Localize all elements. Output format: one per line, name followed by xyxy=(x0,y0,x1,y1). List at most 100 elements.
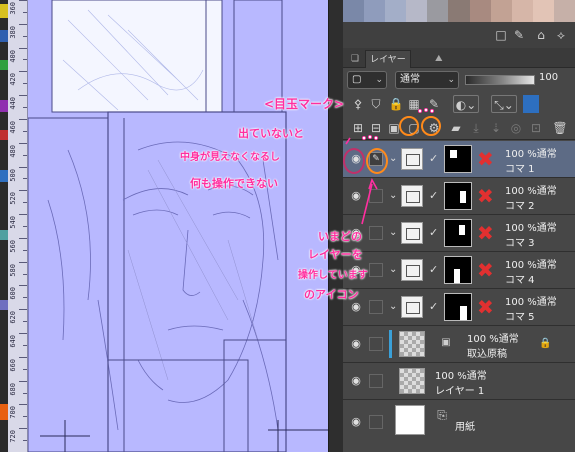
ruler-tick xyxy=(19,47,27,49)
layer-blend-label: 100 %通常 xyxy=(505,223,557,234)
bucket-icon[interactable]: ⌂ xyxy=(533,27,549,43)
pen-icon[interactable]: ✎ xyxy=(511,27,527,43)
layer-panel: □ ✎ ⌂ ⟡ ❏ レイヤー ⛰ ▢ ⌄ 通常 ⌄ 100 ⚴ ⛉ 🔒 ▦ ✎ ◐⌄… xyxy=(343,0,575,452)
color-swatch[interactable] xyxy=(406,0,428,22)
layer-row-layer-1[interactable]: ◉ 100 %通常 レイヤー 1 xyxy=(343,363,575,400)
chevron-down-icon[interactable]: ⌄ xyxy=(389,301,397,312)
layers-stack-icon[interactable]: ❏ xyxy=(347,50,363,68)
layer-row-paper[interactable]: ◉ ⎘ 用紙 xyxy=(343,400,575,452)
add-mask-icon[interactable]: ◎ xyxy=(507,119,525,137)
tool-color-swatch[interactable] xyxy=(0,60,8,70)
pen-slot[interactable] xyxy=(369,300,383,314)
new-layer-folder-icon[interactable]: ▰ xyxy=(447,119,465,137)
tool-color-swatch[interactable] xyxy=(0,300,8,310)
mask-disabled-icon[interactable]: ✖ xyxy=(477,221,494,245)
pen-slot[interactable] xyxy=(369,189,383,203)
color-swatch[interactable] xyxy=(553,0,575,22)
color-swatch[interactable] xyxy=(469,0,491,22)
tool-color-swatch[interactable] xyxy=(0,170,8,182)
blank-icon[interactable]: □ xyxy=(493,27,509,43)
tool-color-swatch[interactable] xyxy=(0,130,8,140)
tool-color-swatch[interactable] xyxy=(0,100,8,112)
ruler-label: 600 xyxy=(9,287,17,301)
pen-slot[interactable] xyxy=(369,415,383,429)
tab-layer[interactable]: レイヤー xyxy=(365,50,411,68)
lock-icon[interactable]: 🔒 xyxy=(387,95,405,113)
color-swatch[interactable] xyxy=(448,0,470,22)
check-icon[interactable]: ✓ xyxy=(429,300,438,313)
new-vector-highlight-circle xyxy=(421,116,441,136)
layer-color-select[interactable]: ▢ ⌄ xyxy=(347,71,387,89)
color-swatch[interactable] xyxy=(385,0,407,22)
pen-slot[interactable] xyxy=(369,337,383,351)
pen-slot[interactable] xyxy=(369,226,383,240)
color-history xyxy=(343,0,575,22)
eye-icon[interactable]: ◉ xyxy=(349,416,363,428)
panel-icon-row: □ ✎ ⌂ ⟡ xyxy=(343,22,575,48)
new-layer-icon[interactable]: ⊞ xyxy=(349,119,367,137)
layer-color-icon[interactable] xyxy=(523,95,539,113)
chevron-down-icon[interactable]: ⌄ xyxy=(389,153,397,164)
annotation-eye-note-3: 何も操作できない xyxy=(190,177,278,190)
delete-layer-icon[interactable]: 🗑 xyxy=(551,119,569,137)
color-swatch[interactable] xyxy=(343,0,365,22)
merge-down-icon[interactable]: ⇣ xyxy=(487,119,505,137)
chevron-down-icon[interactable]: ⌄ xyxy=(389,190,397,201)
ruler-tick xyxy=(19,71,27,73)
eye-icon[interactable]: ◉ xyxy=(349,301,363,313)
check-icon[interactable]: ✓ xyxy=(429,189,438,202)
eye-icon[interactable]: ◉ xyxy=(349,375,363,387)
layer-row-imported[interactable]: ◉ ▣ 100 %通常 取込原稿 🔒 xyxy=(343,326,575,363)
reference-icon[interactable]: ⚴ xyxy=(349,95,367,113)
layer-row-koma-3[interactable]: ◉ ⌄ ✓ ✖ 100 %通常 コマ 3 xyxy=(343,215,575,252)
color-swatch[interactable] xyxy=(511,0,533,22)
pen-slot[interactable] xyxy=(369,374,383,388)
ruler-tick xyxy=(23,35,27,37)
brush-icon[interactable]: ⟡ xyxy=(553,27,569,43)
mask-icon[interactable]: ◐⌄ xyxy=(453,95,479,113)
tool-color-swatch[interactable] xyxy=(0,30,8,42)
drawing-canvas[interactable] xyxy=(28,0,328,452)
ruler-tick xyxy=(19,428,27,430)
mask-disabled-icon[interactable]: ✖ xyxy=(477,258,494,282)
color-swatch[interactable] xyxy=(532,0,554,22)
chevron-down-icon[interactable]: ⌄ xyxy=(389,227,397,238)
blend-mode-select[interactable]: 通常 ⌄ xyxy=(395,71,459,89)
apply-mask-icon[interactable]: ⊡ xyxy=(527,119,545,137)
tool-color-swatch[interactable] xyxy=(0,230,8,240)
tool-color-swatch[interactable] xyxy=(0,4,8,18)
panel-divider[interactable] xyxy=(328,0,343,452)
transparency-lock-icon[interactable]: ▦ xyxy=(405,95,423,113)
clip-icon[interactable]: ⛉ xyxy=(367,95,385,113)
eye-icon[interactable]: ◉ xyxy=(349,338,363,350)
eye-icon[interactable]: ◉ xyxy=(349,190,363,202)
ruler-icon[interactable]: ⤡⌄ xyxy=(491,95,517,113)
mask-disabled-icon[interactable]: ✖ xyxy=(477,295,494,319)
ruler-tick xyxy=(19,142,27,144)
ruler-tick xyxy=(19,237,27,239)
layer-row-koma-2[interactable]: ◉ ⌄ ✓ ✖ 100 %通常 コマ 2 xyxy=(343,178,575,215)
tool-color-swatch[interactable] xyxy=(0,404,8,420)
ruler-label: 480 xyxy=(9,144,17,158)
mask-disabled-icon[interactable]: ✖ xyxy=(477,147,494,171)
ruler-tick xyxy=(19,118,27,120)
layer-row-koma-5[interactable]: ◉ ⌄ ✓ ✖ 100 %通常 コマ 5 xyxy=(343,289,575,326)
check-icon[interactable]: ✓ xyxy=(429,263,438,276)
new-vector-icon[interactable]: ⊟ xyxy=(367,119,385,137)
lock-icon[interactable]: 🔒 xyxy=(539,338,551,349)
check-icon[interactable]: ✓ xyxy=(429,152,438,165)
layer-row-koma-4[interactable]: ◉ ⌄ ✓ ✖ 100 %通常 コマ 4 xyxy=(343,252,575,289)
color-swatch[interactable] xyxy=(364,0,386,22)
tab-layer-property-icon[interactable]: ⛰ xyxy=(431,50,447,68)
mask-disabled-icon[interactable]: ✖ xyxy=(477,184,494,208)
opacity-slider[interactable] xyxy=(465,75,535,85)
color-swatch[interactable] xyxy=(490,0,512,22)
pen-slot[interactable] xyxy=(369,263,383,277)
mask-thumbnail xyxy=(444,145,472,173)
color-swatch[interactable] xyxy=(427,0,449,22)
check-icon[interactable]: ✓ xyxy=(429,226,438,239)
transfer-down-icon[interactable]: ⤓ xyxy=(467,119,485,137)
draft-icon[interactable]: ✎ xyxy=(425,95,443,113)
ruler-tick xyxy=(23,130,27,132)
chevron-down-icon[interactable]: ⌄ xyxy=(389,264,397,275)
